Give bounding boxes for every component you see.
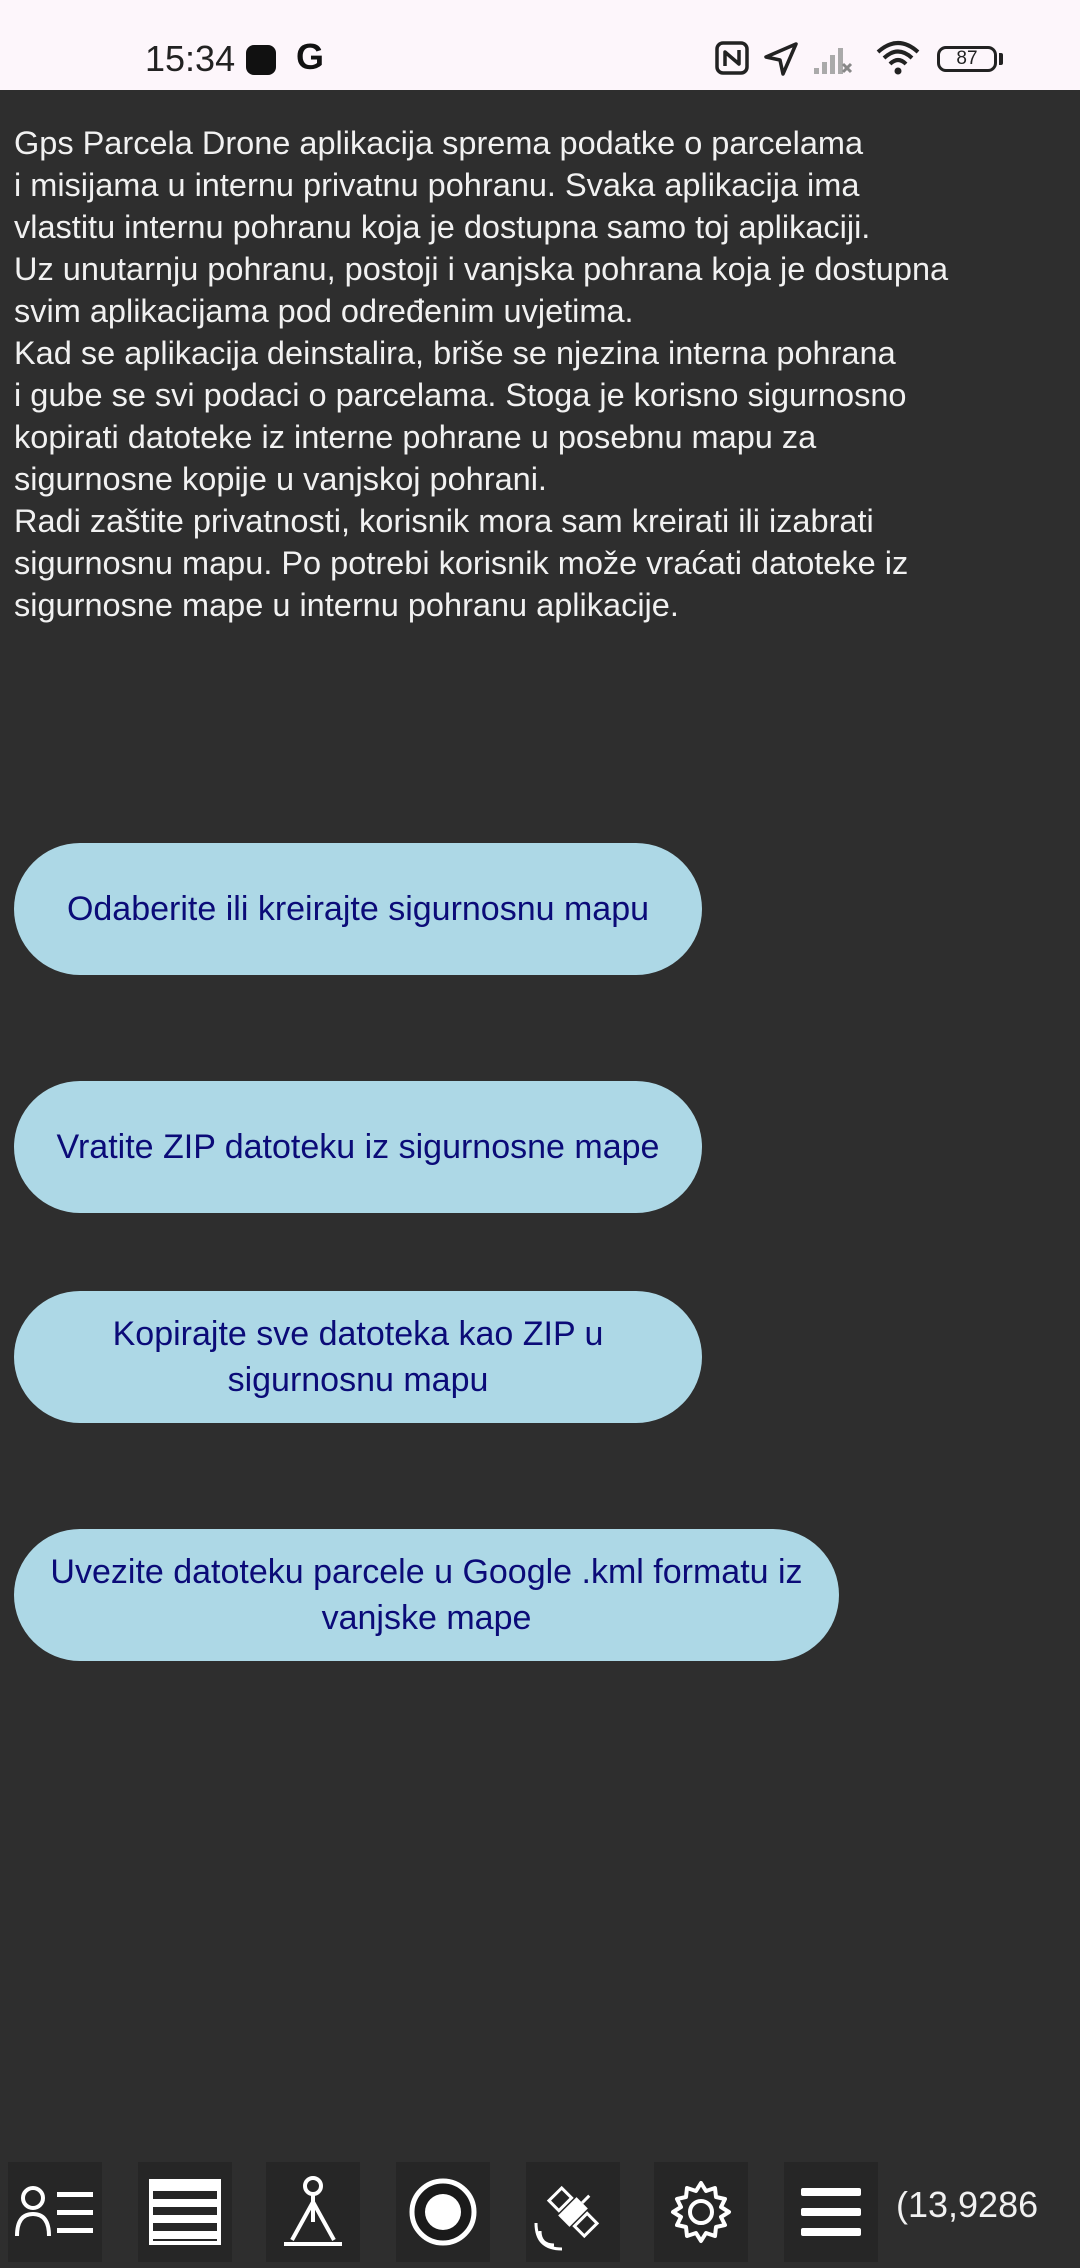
- restore-zip-button[interactable]: Vratite ZIP datoteku iz sigurnosne mape: [14, 1081, 702, 1213]
- battery-icon: 87: [937, 46, 997, 72]
- survey-tripod-icon: [284, 2176, 342, 2246]
- settings-button[interactable]: [654, 2162, 748, 2262]
- wifi-icon: [876, 41, 920, 75]
- menu-button[interactable]: [784, 2162, 878, 2262]
- stack-icon: [149, 2179, 221, 2245]
- copy-zip-button[interactable]: Kopirajte sve datoteka kao ZIP u sigurno…: [14, 1291, 702, 1423]
- person-list-icon: [15, 2186, 93, 2237]
- app-notification-icon: [246, 45, 276, 75]
- status-time: 15:34: [145, 38, 236, 79]
- satellite-icon: [534, 2185, 600, 2251]
- location-arrow-icon: [764, 42, 798, 76]
- import-kml-button[interactable]: Uvezite datoteku parcele u Google .kml f…: [14, 1529, 839, 1661]
- battery-level: 87: [956, 48, 978, 69]
- survey-button[interactable]: [266, 2162, 360, 2262]
- menu-icon: [801, 2188, 861, 2236]
- backup-info-text: Gps Parcela Drone aplikacija sprema poda…: [14, 125, 949, 623]
- record-button[interactable]: [396, 2162, 490, 2262]
- status-bar: 15:34 G 87: [0, 0, 1080, 90]
- battery-tip: [999, 53, 1003, 65]
- layers-button[interactable]: [138, 2162, 232, 2262]
- signal-off-icon: [814, 48, 853, 74]
- coordinates-readout: (13,9286: [896, 2184, 1039, 2225]
- nfc-icon: [715, 41, 749, 75]
- gear-icon: [671, 2181, 731, 2243]
- record-icon: [409, 2178, 477, 2246]
- satellite-button[interactable]: [526, 2162, 620, 2262]
- select-backup-folder-button[interactable]: Odaberite ili kreirajte sigurnosnu mapu: [14, 843, 702, 975]
- google-icon: G: [296, 36, 325, 77]
- parcel-list-button[interactable]: [8, 2162, 102, 2262]
